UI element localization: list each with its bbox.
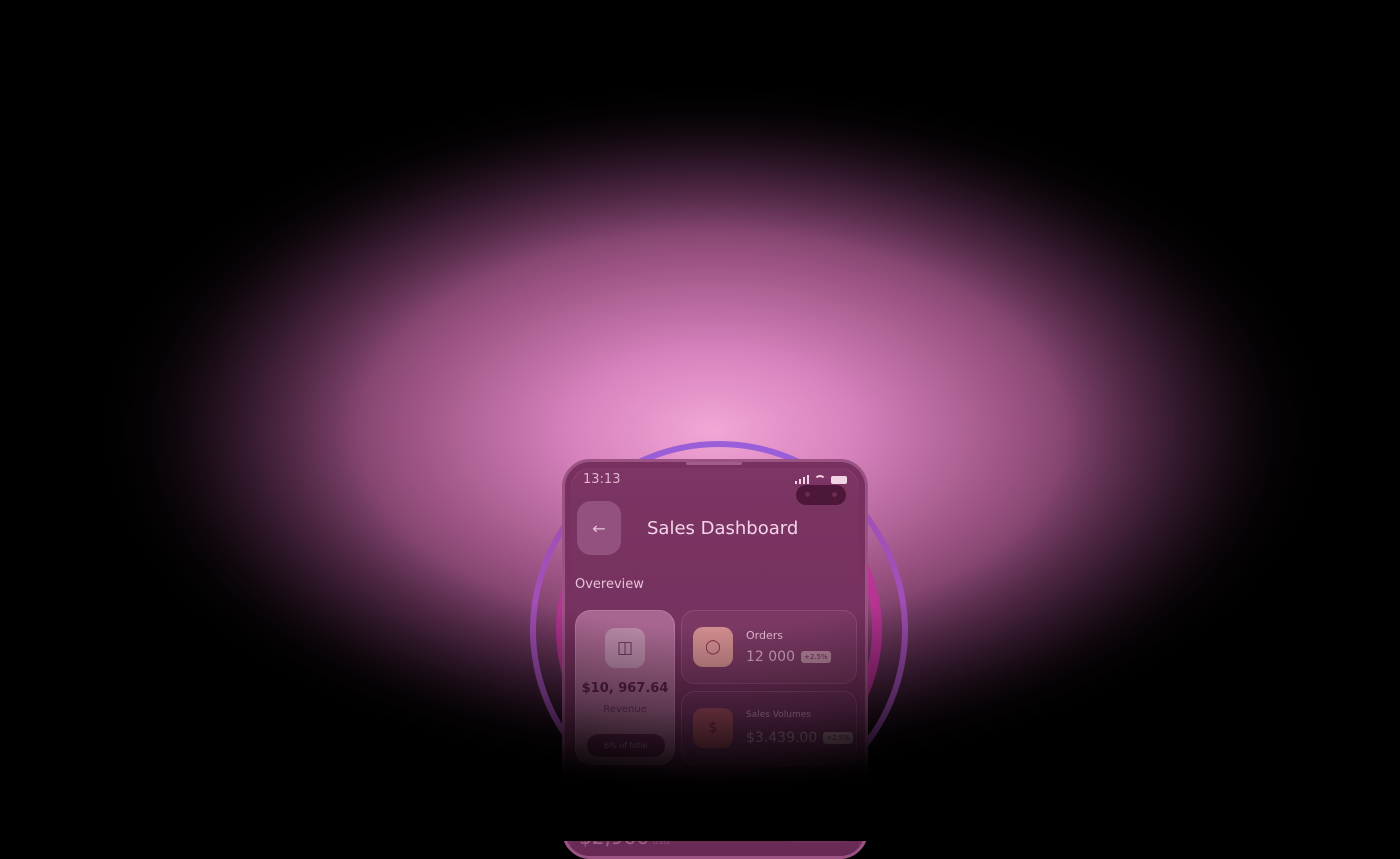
sales-value-row: $3.439.00 +2.5%: [746, 730, 853, 746]
phone-mockup: 13:13 ← Sales Dashboard Overeview ◫ $10,…: [562, 459, 868, 859]
signal-icon: [795, 475, 809, 484]
phone-speaker: [686, 462, 742, 465]
wifi-icon: [814, 475, 826, 484]
coin-exchange-icon: ◯: [693, 627, 733, 667]
camera-cutout: [796, 485, 846, 505]
phone-screen: 13:13 ← Sales Dashboard Overeview ◫ $10,…: [571, 468, 859, 856]
period-dropdown[interactable]: [781, 813, 855, 843]
sales-volume-label: Sales Volumes: [746, 710, 811, 720]
revenue-value: $10, 967.64: [581, 681, 669, 696]
revenue-currency: usd: [651, 836, 670, 847]
status-icons: [795, 475, 847, 484]
revenue-label: Revenue: [603, 704, 647, 715]
orders-change-badge: +2.5%: [801, 651, 831, 663]
arrow-left-icon: ←: [592, 518, 606, 538]
sales-change-badge: +2.5%: [823, 732, 853, 744]
status-time: 13:13: [583, 472, 621, 487]
orders-card[interactable]: ◯ Orders 12 000 +2.5%: [681, 610, 857, 684]
revenue-section-heading: Revenue: [579, 795, 636, 810]
orders-label: Orders: [746, 629, 783, 642]
sales-volume-card[interactable]: $ Sales Volumes $3.439.00 +2.5%: [681, 691, 857, 765]
dollar-exchange-icon: $: [693, 708, 733, 748]
revenue-amount-row: $2,966 usd: [579, 825, 670, 849]
back-button[interactable]: ←: [577, 501, 621, 555]
revenue-share-pill: 6% of total: [587, 734, 665, 757]
overview-heading: Overeview: [575, 577, 644, 592]
orders-value-row: 12 000 +2.5%: [746, 649, 831, 665]
page-title: Sales Dashboard: [647, 518, 799, 539]
orders-value: 12 000: [746, 649, 795, 665]
revenue-card[interactable]: ◫ $10, 967.64 Revenue 6% of total: [575, 610, 675, 765]
coins-icon: ◫: [605, 628, 645, 668]
sales-volume-value: $3.439.00: [746, 730, 818, 746]
battery-icon: [831, 476, 847, 484]
revenue-amount: $2,966: [579, 825, 649, 849]
